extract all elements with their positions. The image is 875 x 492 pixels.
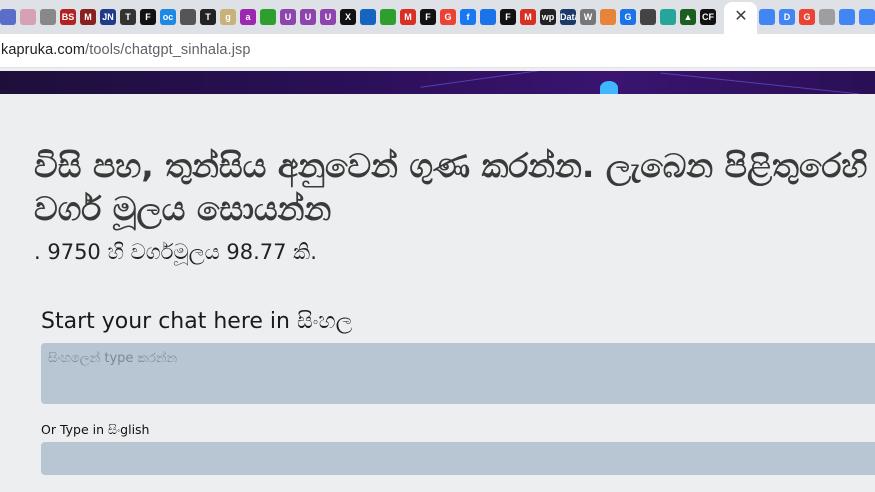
d-icon[interactable]: D <box>779 9 795 25</box>
teal-icon[interactable] <box>660 9 676 25</box>
url-path: /tools/chatgpt_sinhala.jsp <box>85 42 251 58</box>
site-banner <box>0 71 875 94</box>
x-icon[interactable]: X <box>340 9 356 25</box>
docs-icon[interactable] <box>759 9 775 25</box>
grid-icon[interactable] <box>360 9 376 25</box>
chat-title: Start your chat here in සිංහල <box>41 309 353 334</box>
bs-icon[interactable]: BS <box>60 9 76 25</box>
browser-tab-strip: CF▲GWDatawpMFfGFMXUUUagTocFTJNMBS ✕ DG <box>0 0 875 34</box>
answer-text: . 9750 හි වර්ගමූලය 98.77 කි. <box>34 240 317 264</box>
google-icon[interactable]: G <box>799 9 815 25</box>
url-host: kapruka.com <box>1 42 86 58</box>
tl-icon[interactable]: T <box>120 9 136 25</box>
banner-line <box>420 71 560 88</box>
singlish-input[interactable] <box>41 442 875 475</box>
circle-icon[interactable] <box>600 9 616 25</box>
u-icon[interactable]: U <box>320 9 336 25</box>
a-icon[interactable]: a <box>240 9 256 25</box>
u-icon[interactable]: U <box>300 9 316 25</box>
loading-icon[interactable] <box>20 9 36 25</box>
wp-icon[interactable]: wp <box>540 9 556 25</box>
g-icon[interactable]: G <box>620 9 636 25</box>
oc-icon[interactable]: oc <box>160 9 176 25</box>
globe-icon[interactable] <box>180 9 196 25</box>
puzzle-icon[interactable] <box>480 9 496 25</box>
sinhala-chat-input[interactable] <box>41 343 875 404</box>
w-icon[interactable]: W <box>580 9 596 25</box>
m-logo-icon[interactable]: M <box>80 9 96 25</box>
triangle-icon[interactable]: ▲ <box>680 9 696 25</box>
docs-icon[interactable] <box>859 9 875 25</box>
gmail-icon[interactable]: M <box>520 9 536 25</box>
f-icon[interactable]: F <box>420 9 436 25</box>
squares-icon[interactable] <box>380 9 396 25</box>
g-icon[interactable]: g <box>220 9 236 25</box>
cf-icon[interactable]: CF <box>700 9 716 25</box>
page-icon[interactable] <box>819 9 835 25</box>
data-icon[interactable]: Data <box>560 9 576 25</box>
swap-icon[interactable] <box>40 9 56 25</box>
u-icon[interactable]: U <box>280 9 296 25</box>
google-icon[interactable]: G <box>440 9 456 25</box>
f-icon[interactable]: F <box>500 9 516 25</box>
jn-icon[interactable]: JN <box>100 9 116 25</box>
facebook-icon[interactable]: f <box>460 9 476 25</box>
banner-line <box>660 72 860 94</box>
document-icon[interactable] <box>0 9 16 25</box>
squares-icon[interactable] <box>260 9 276 25</box>
f-icon[interactable]: F <box>140 9 156 25</box>
close-tab-icon[interactable]: ✕ <box>733 7 749 25</box>
docs-icon[interactable] <box>839 9 855 25</box>
gmail-icon[interactable]: M <box>400 9 416 25</box>
robot-icon <box>600 81 618 94</box>
address-bar[interactable]: kapruka.com/tools/chatgpt_sinhala.jsp <box>1 42 251 58</box>
browser-toolbar: kapruka.com/tools/chatgpt_sinhala.jsp <box>0 34 875 68</box>
singlish-label: Or Type in සිංglish <box>41 422 150 437</box>
nyt-icon[interactable]: T <box>200 9 216 25</box>
ring-icon[interactable] <box>640 9 656 25</box>
question-heading: විසි පහ, තුන්සිය අනුවෙන් ගුණ කරන්න. ලැබෙ… <box>34 146 868 228</box>
